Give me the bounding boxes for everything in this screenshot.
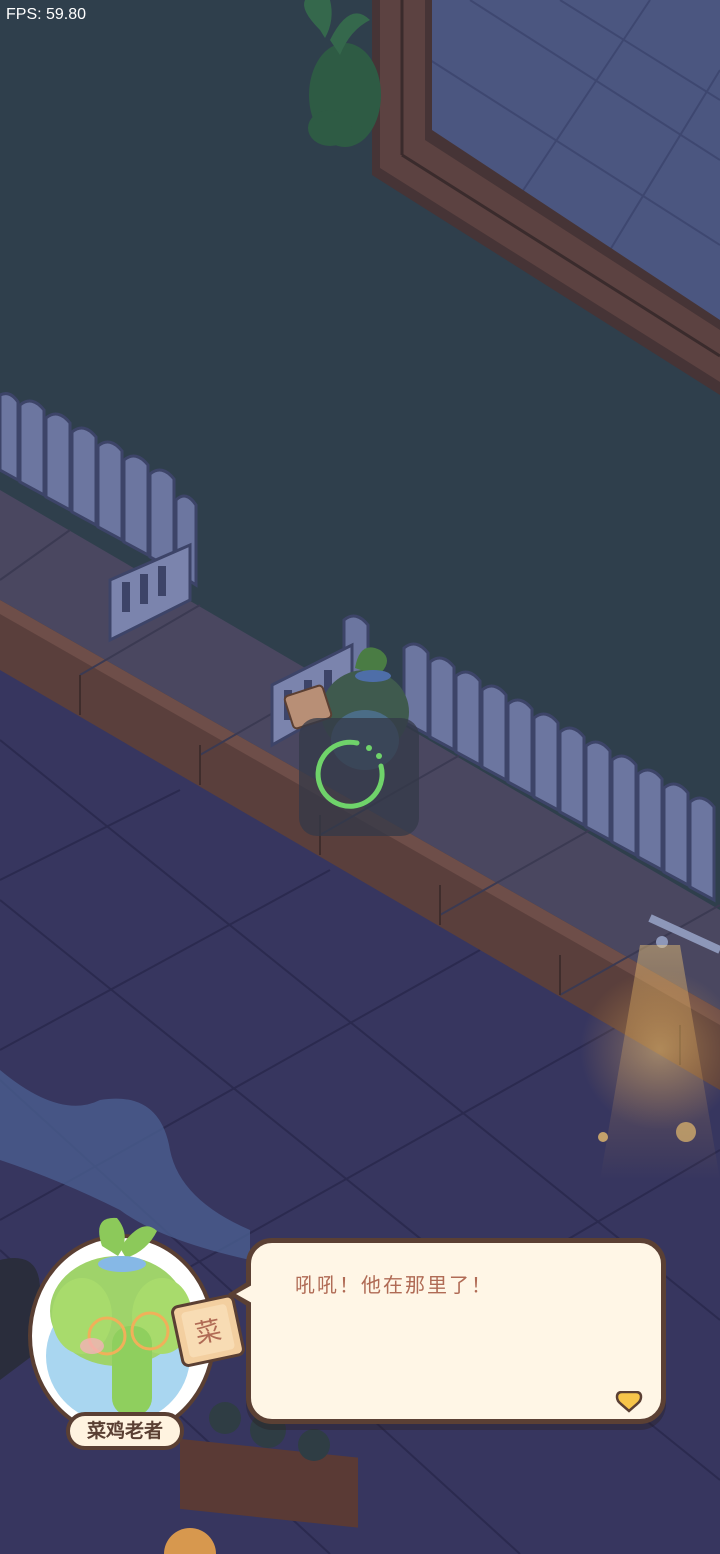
heart-arrow-icon[interactable] [615,1391,643,1413]
dialog-text: 吼吼！他在那里了！ [295,1273,493,1297]
fps-counter: FPS: 59.80 [6,6,87,23]
dialog-box[interactable]: 吼吼！他在那里了！ [246,1238,666,1424]
loading-indicator [299,718,419,836]
dialog-tail-inner [236,1285,252,1303]
npc-name-tag: 菜鸡老者 [66,1412,184,1450]
loading-spinner-icon [315,739,385,809]
